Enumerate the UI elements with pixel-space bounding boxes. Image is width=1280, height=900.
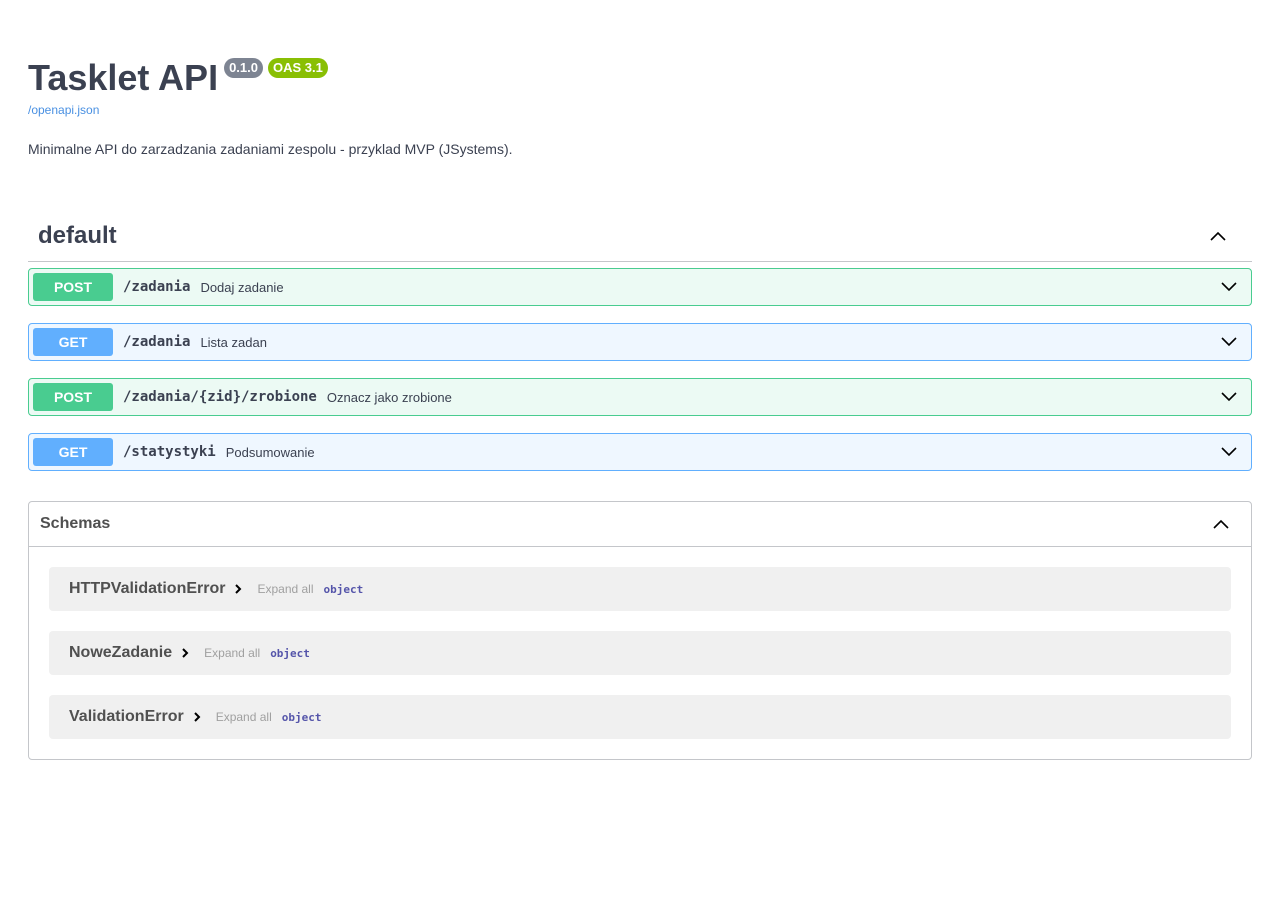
operation-path: /statystyki <box>123 444 216 460</box>
chevron-right-icon[interactable] <box>233 583 243 595</box>
tag-section-default: default POST /zadania Dodaj zadanie GET … <box>28 211 1252 471</box>
chevron-right-icon[interactable] <box>192 711 202 723</box>
schemas-section: Schemas HTTPValidationError Expand all o… <box>28 501 1252 760</box>
operation-post-zadania[interactable]: POST /zadania Dodaj zadanie <box>28 268 1252 306</box>
expand-all-button[interactable]: Expand all <box>204 646 260 660</box>
swagger-ui: Tasklet API 0.1.0 OAS 3.1 /openapi.json … <box>28 0 1252 760</box>
schema-type: object <box>281 710 322 724</box>
method-badge: GET <box>33 328 113 356</box>
badges: 0.1.0 OAS 3.1 <box>224 58 333 78</box>
schemas-title: Schemas <box>40 515 111 532</box>
api-description: Minimalne API do zarzadzania zadaniami z… <box>28 141 513 157</box>
schema-name[interactable]: HTTPValidationError <box>69 580 225 598</box>
expand-all-button[interactable]: Expand all <box>257 582 313 596</box>
version-badge: 0.1.0 <box>224 58 263 78</box>
chevron-right-icon[interactable] <box>180 647 190 659</box>
page-title: Tasklet API <box>28 57 219 98</box>
operation-summary: Lista zadan <box>200 334 267 350</box>
operation-summary: Podsumowanie <box>225 444 315 460</box>
openapi-json-link[interactable]: /openapi.json <box>28 102 99 118</box>
method-badge: GET <box>33 438 113 466</box>
api-info: Tasklet API 0.1.0 OAS 3.1 /openapi.json … <box>28 0 1252 159</box>
operation-post-zadania-zrobione[interactable]: POST /zadania/{zid}/zrobione Oznacz jako… <box>28 378 1252 416</box>
operation-path: /zadania <box>123 279 191 295</box>
operation-get-statystyki[interactable]: GET /statystyki Podsumowanie <box>28 433 1252 471</box>
oas-badge: OAS 3.1 <box>268 58 328 78</box>
chevron-down-icon[interactable] <box>1219 277 1239 297</box>
chevron-up-icon[interactable] <box>1208 226 1228 246</box>
tag-header-default[interactable]: default <box>28 211 1252 262</box>
operation-path: /zadania <box>123 334 191 350</box>
operation-summary: Oznacz jako zrobione <box>326 389 452 405</box>
method-badge: POST <box>33 383 113 411</box>
schema-type: object <box>270 646 310 660</box>
tag-name: default <box>38 222 117 249</box>
schema-item-validationerror[interactable]: ValidationError Expand all object <box>49 695 1231 739</box>
operation-path: /zadania/{zid}/zrobione <box>123 389 317 405</box>
operation-get-zadania[interactable]: GET /zadania Lista zadan <box>28 323 1252 361</box>
operation-summary: Dodaj zadanie <box>200 279 284 295</box>
schema-name[interactable]: ValidationError <box>69 708 184 726</box>
schema-item-nowezadanie[interactable]: NoweZadanie Expand all object <box>49 631 1231 675</box>
expand-all-button[interactable]: Expand all <box>216 710 272 724</box>
schemas-header[interactable]: Schemas <box>29 502 1251 547</box>
chevron-down-icon[interactable] <box>1219 442 1239 462</box>
operations-list: POST /zadania Dodaj zadanie GET /zadania… <box>28 262 1252 471</box>
schema-item-httpvalidationerror[interactable]: HTTPValidationError Expand all object <box>49 567 1231 611</box>
schema-name[interactable]: NoweZadanie <box>69 644 172 662</box>
title-row: Tasklet API 0.1.0 OAS 3.1 <box>28 56 1252 100</box>
chevron-down-icon[interactable] <box>1219 332 1239 352</box>
chevron-up-icon[interactable] <box>1211 514 1231 534</box>
method-badge: POST <box>33 273 113 301</box>
chevron-down-icon[interactable] <box>1219 387 1239 407</box>
schemas-list: HTTPValidationError Expand all object No… <box>29 547 1251 759</box>
schema-type: object <box>323 582 364 596</box>
